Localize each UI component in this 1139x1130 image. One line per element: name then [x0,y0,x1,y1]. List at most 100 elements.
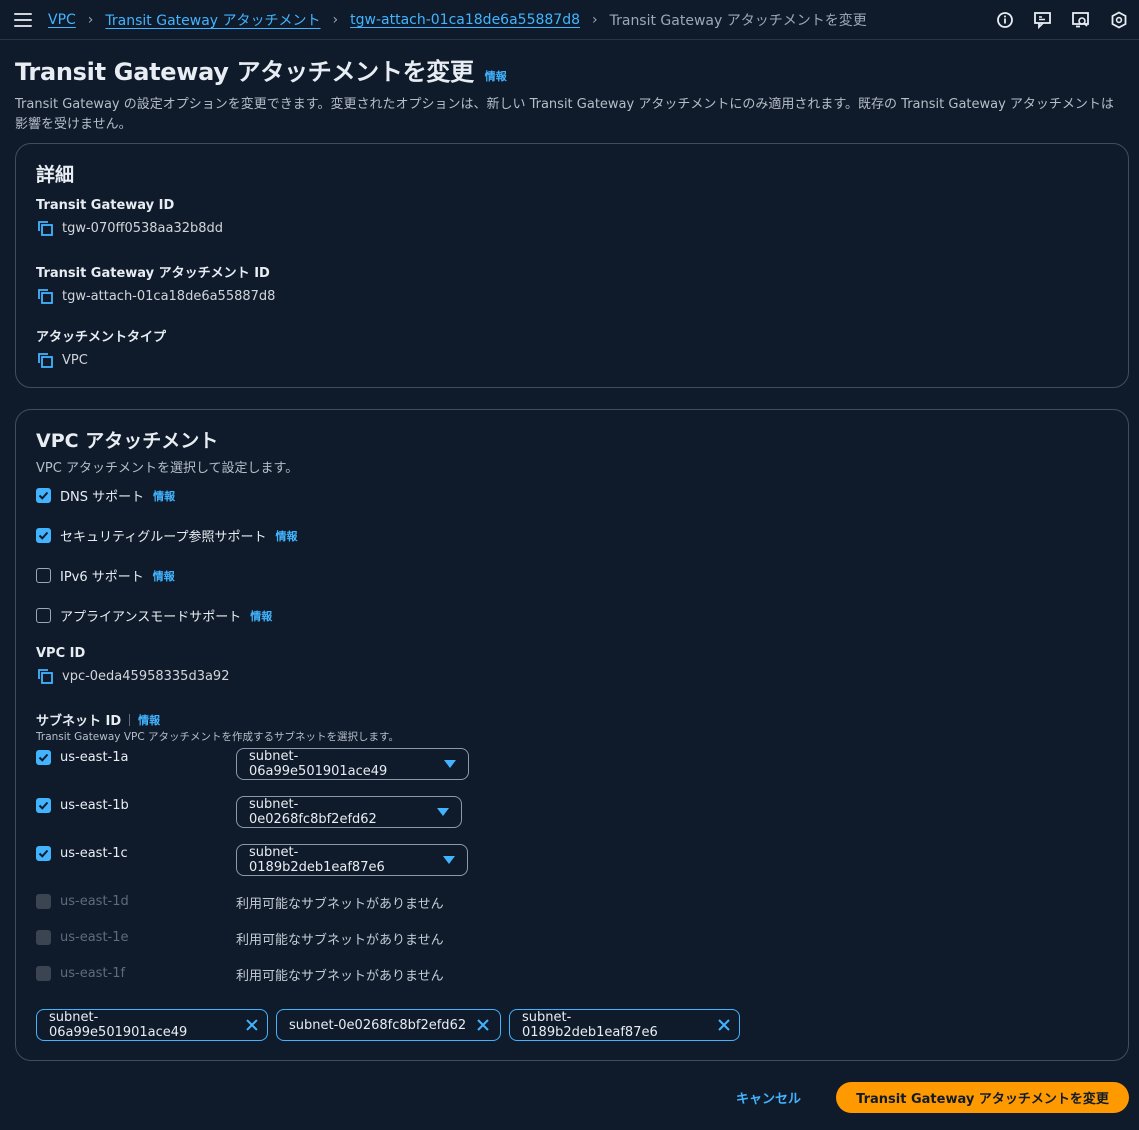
info-link[interactable]: 情報 [153,488,175,504]
close-icon[interactable] [245,1018,259,1032]
dns-support-option[interactable]: DNS サポート 情報 [36,486,175,505]
copy-icon[interactable] [36,287,54,305]
appliance-mode-option[interactable]: アプライアンスモードサポート 情報 [36,606,272,625]
close-icon[interactable] [476,1018,490,1032]
appliance-mode-label: アプライアンスモードサポート [60,610,242,625]
attachment-type-value: VPC [62,352,88,368]
subnet-select-us-east-1a[interactable]: subnet-06a99e501901ace49 [236,748,469,780]
checkbox-disabled [36,966,51,981]
copy-icon[interactable] [36,351,54,369]
vpc-id-label: VPC ID [36,646,86,661]
breadcrumb-transit-gateway-attachments[interactable]: Transit Gateway アタッチメント [105,10,320,30]
divider [129,713,131,726]
subnet-select-value: subnet-0189b2deb1eaf87e6 [249,845,385,875]
subnet-token: subnet-06a99e501901ace49 [36,1009,268,1041]
sg-referencing-label: セキュリティグループ参照サポート [60,530,267,545]
chevron-right-icon: › [87,11,94,28]
check-icon [38,491,49,500]
checkbox-checked[interactable] [36,846,51,861]
ipv6-support-option[interactable]: IPv6 サポート 情報 [36,566,175,585]
modify-attachment-button[interactable]: Transit Gateway アタッチメントを変更 [836,1082,1129,1113]
checkbox-unchecked[interactable] [36,568,51,583]
ipv6-support-label: IPv6 サポート [60,570,144,585]
az-row-us-east-1f: us-east-1f [36,966,125,981]
breadcrumb-current: Transit Gateway アタッチメントを変更 [609,12,867,29]
info-link[interactable]: 情報 [485,70,507,83]
page-description: Transit Gateway の設定オプションを変更できます。変更されたオプシ… [15,97,1114,132]
subnet-id-label: サブネット ID [36,714,122,729]
info-circle-icon[interactable] [993,8,1017,32]
caret-down-icon [443,856,455,864]
vpc-attachment-panel: VPC アタッチメント VPC アタッチメントを選択して設定します。 DNS サ… [15,409,1129,1061]
check-icon [38,849,49,858]
cancel-button[interactable]: キャンセル [736,1088,801,1107]
attachment-type-label: アタッチメントタイプ [36,330,167,345]
token-label: subnet-0e0268fc8bf2efd62 [289,1017,467,1033]
check-icon [38,531,49,540]
check-icon [38,801,49,810]
checkbox-checked[interactable] [36,528,51,543]
info-link[interactable]: 情報 [275,528,297,544]
checkbox-unchecked[interactable] [36,608,51,623]
token-label: subnet-06a99e501901ace49 [49,1010,188,1040]
subnet-token: subnet-0189b2deb1eaf87e6 [509,1009,740,1041]
checkbox-disabled [36,894,51,909]
az-row-us-east-1c[interactable]: us-east-1c [36,846,128,861]
vpc-attachment-title: VPC アタッチメント [36,430,219,452]
page-title: Transit Gateway アタッチメントを変更 [15,58,474,86]
subnet-id-description: Transit Gateway VPC アタッチメントを作成するサブネットを選択… [36,731,399,743]
details-title: 詳細 [36,164,75,186]
transit-gateway-id-value: tgw-070ff0538aa32b8dd [62,220,224,236]
no-subnet-text: 利用可能なサブネットがありません [236,969,444,984]
az-row-us-east-1b[interactable]: us-east-1b [36,798,129,813]
token-label: subnet-0189b2deb1eaf87e6 [522,1010,658,1040]
az-label: us-east-1b [60,798,129,813]
no-subnet-text: 利用可能なサブネットがありません [236,897,444,912]
checkbox-checked[interactable] [36,488,51,503]
az-label: us-east-1c [60,846,128,861]
subnet-token: subnet-0e0268fc8bf2efd62 [276,1009,501,1041]
check-icon [38,753,49,762]
hamburger-menu-icon[interactable] [14,12,32,27]
attachment-id-label: Transit Gateway アタッチメント ID [36,266,270,281]
info-link[interactable]: 情報 [153,568,175,584]
caret-down-icon [444,760,456,768]
chevron-right-icon: › [332,11,339,28]
subnet-select-us-east-1c[interactable]: subnet-0189b2deb1eaf87e6 [236,844,468,876]
breadcrumb-vpc[interactable]: VPC [48,12,76,28]
checkbox-checked[interactable] [36,750,51,765]
no-subnet-text: 利用可能なサブネットがありません [236,933,444,948]
vpc-id-value: vpc-0eda45958335d3a92 [62,668,230,684]
settings-hexagon-icon[interactable] [1107,8,1131,32]
subnet-select-us-east-1b[interactable]: subnet-0e0268fc8bf2efd62 [236,796,462,828]
transit-gateway-id-label: Transit Gateway ID [36,198,175,213]
close-icon[interactable] [717,1018,731,1032]
az-row-us-east-1a[interactable]: us-east-1a [36,750,128,765]
feedback-icon[interactable] [1031,8,1055,32]
page-header: Transit Gateway アタッチメントを変更 情報 Transit Ga… [15,52,1125,135]
az-label: us-east-1d [60,894,129,909]
top-navigation-bar: VPC › Transit Gateway アタッチメント › tgw-atta… [0,0,1139,40]
checkbox-disabled [36,930,51,945]
info-link[interactable]: 情報 [250,608,272,624]
az-label: us-east-1f [60,966,126,981]
copy-icon[interactable] [36,219,54,237]
az-label: us-east-1e [60,930,129,945]
dns-support-label: DNS サポート [60,490,145,505]
monitor-search-icon[interactable] [1069,8,1093,32]
details-panel: 詳細 Transit Gateway ID tgw-070ff0538aa32b… [15,143,1129,388]
breadcrumb: VPC › Transit Gateway アタッチメント › tgw-atta… [48,10,867,30]
subnet-select-value: subnet-0e0268fc8bf2efd62 [249,797,377,827]
az-row-us-east-1e: us-east-1e [36,930,129,945]
chevron-right-icon: › [592,11,598,28]
caret-down-icon [437,808,449,816]
az-label: us-east-1a [60,750,129,765]
copy-icon[interactable] [36,667,54,685]
subnet-select-value: subnet-06a99e501901ace49 [249,749,388,779]
checkbox-checked[interactable] [36,798,51,813]
sg-referencing-option[interactable]: セキュリティグループ参照サポート 情報 [36,526,297,545]
info-link[interactable]: 情報 [138,712,160,728]
az-row-us-east-1d: us-east-1d [36,894,129,909]
attachment-id-value: tgw-attach-01ca18de6a55887d8 [62,288,276,304]
breadcrumb-attachment-id[interactable]: tgw-attach-01ca18de6a55887d8 [350,12,580,28]
